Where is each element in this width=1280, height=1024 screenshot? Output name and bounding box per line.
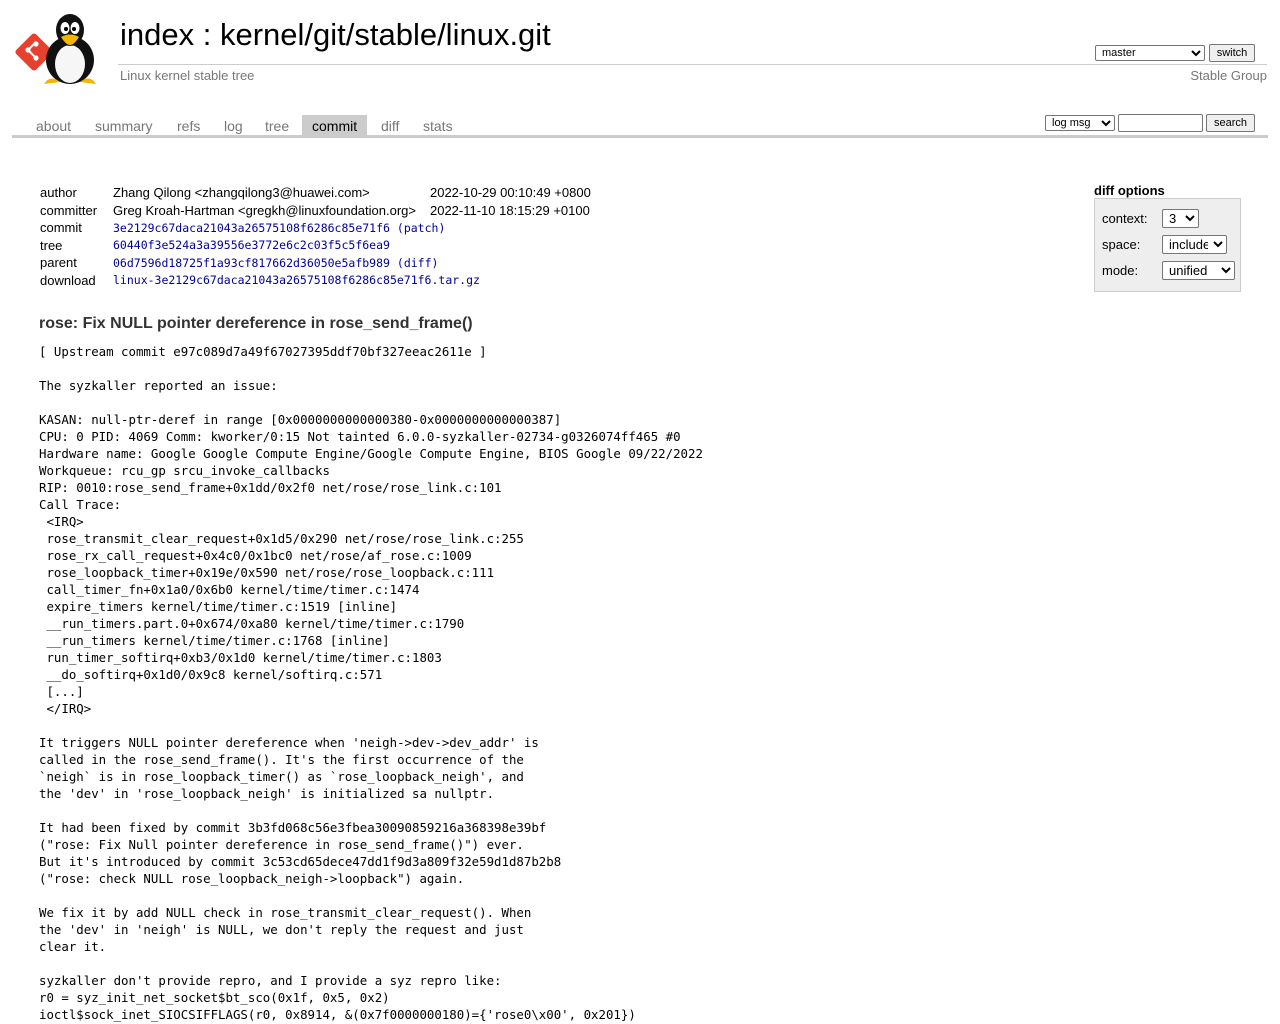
- committer-name: Greg Kroah-Hartman <gregkh@linuxfoundati…: [113, 202, 416, 218]
- context-label: context:: [1102, 211, 1148, 226]
- commit-subject: rose: Fix NULL pointer dereference in ro…: [39, 315, 473, 332]
- tab-refs[interactable]: refs: [167, 115, 210, 135]
- title-separator: :: [194, 17, 220, 52]
- title-index-link[interactable]: index: [120, 17, 194, 52]
- switch-button[interactable]: switch: [1209, 44, 1255, 62]
- commit-label: commit: [40, 220, 82, 236]
- tab-summary[interactable]: summary: [85, 115, 163, 135]
- tab-about[interactable]: about: [26, 115, 81, 135]
- commit-row: commit 3e2129c67daca21043a26575108f6286c…: [40, 220, 446, 236]
- git-tux-logo-icon: [15, 14, 96, 84]
- title-repo-link[interactable]: kernel/git/stable/linux.git: [220, 17, 551, 52]
- header-divider: [118, 64, 1267, 65]
- tab-log[interactable]: log: [214, 115, 253, 135]
- diff-options-panel: context: 3 space: include mode: unified: [1094, 198, 1241, 292]
- mode-select[interactable]: unified: [1162, 261, 1235, 280]
- parent-hash-link[interactable]: 06d7596d18725f1a93cf817662d36050e5afb989: [113, 256, 390, 270]
- tab-stats[interactable]: stats: [413, 115, 463, 135]
- commit-message: [ Upstream commit e97c089d7a49f67027395d…: [39, 344, 703, 1022]
- diff-options-title: diff options: [1094, 183, 1165, 198]
- page-title: index : kernel/git/stable/linux.git: [120, 17, 551, 53]
- tree-label: tree: [40, 237, 63, 253]
- tab-tree[interactable]: tree: [255, 115, 299, 135]
- context-select[interactable]: 3: [1162, 209, 1199, 228]
- tab-commit[interactable]: commit: [302, 115, 368, 135]
- commit-hash-link[interactable]: 3e2129c67daca21043a26575108f6286c85e71f6: [113, 221, 390, 235]
- committer-row: committer Greg Kroah-Hartman <gregkh@lin…: [40, 202, 591, 220]
- search-type-select[interactable]: log msg: [1045, 115, 1115, 131]
- patch-link[interactable]: patch: [404, 221, 439, 235]
- mode-label: mode:: [1102, 263, 1139, 278]
- tab-diff[interactable]: diff: [371, 115, 409, 135]
- author-row: author Zhang Qilong <zhangqilong3@huawei…: [40, 184, 591, 202]
- author-label: author: [40, 185, 77, 201]
- repo-description: Linux kernel stable tree: [120, 68, 255, 83]
- commit-info-table: author Zhang Qilong <zhangqilong3@huawei…: [40, 184, 591, 289]
- download-label: download: [40, 272, 96, 288]
- tree-row: tree 60440f3e524a3a39556e3772e6c2c03f5c5…: [40, 237, 591, 255]
- search-button[interactable]: search: [1206, 114, 1255, 132]
- search-input[interactable]: [1118, 114, 1203, 132]
- space-label: space:: [1102, 237, 1141, 252]
- author-name: Zhang Qilong <zhangqilong3@huawei.com>: [113, 185, 370, 201]
- parent-diff-link[interactable]: diff: [404, 256, 432, 270]
- repo-owner: Stable Group: [1190, 68, 1267, 83]
- branch-select[interactable]: master: [1095, 45, 1205, 61]
- space-select[interactable]: include: [1162, 235, 1227, 254]
- download-row: download linux-3e2129c67daca21043a265751…: [40, 272, 591, 290]
- tree-hash-link[interactable]: 60440f3e524a3a39556e3772e6c2c03f5c5f6ea9: [113, 238, 390, 252]
- committer-date: 2022-11-10 18:15:29 +0100: [429, 202, 590, 218]
- parent-label: parent: [40, 255, 77, 271]
- site-logo[interactable]: [14, 12, 110, 86]
- committer-label: committer: [40, 202, 98, 218]
- download-tarball-link[interactable]: linux-3e2129c67daca21043a26575108f6286c8…: [113, 273, 480, 287]
- parent-row: parent 06d7596d18725f1a93cf817662d36050e…: [40, 255, 439, 271]
- author-date: 2022-10-29 00:10:49 +0800: [429, 185, 591, 201]
